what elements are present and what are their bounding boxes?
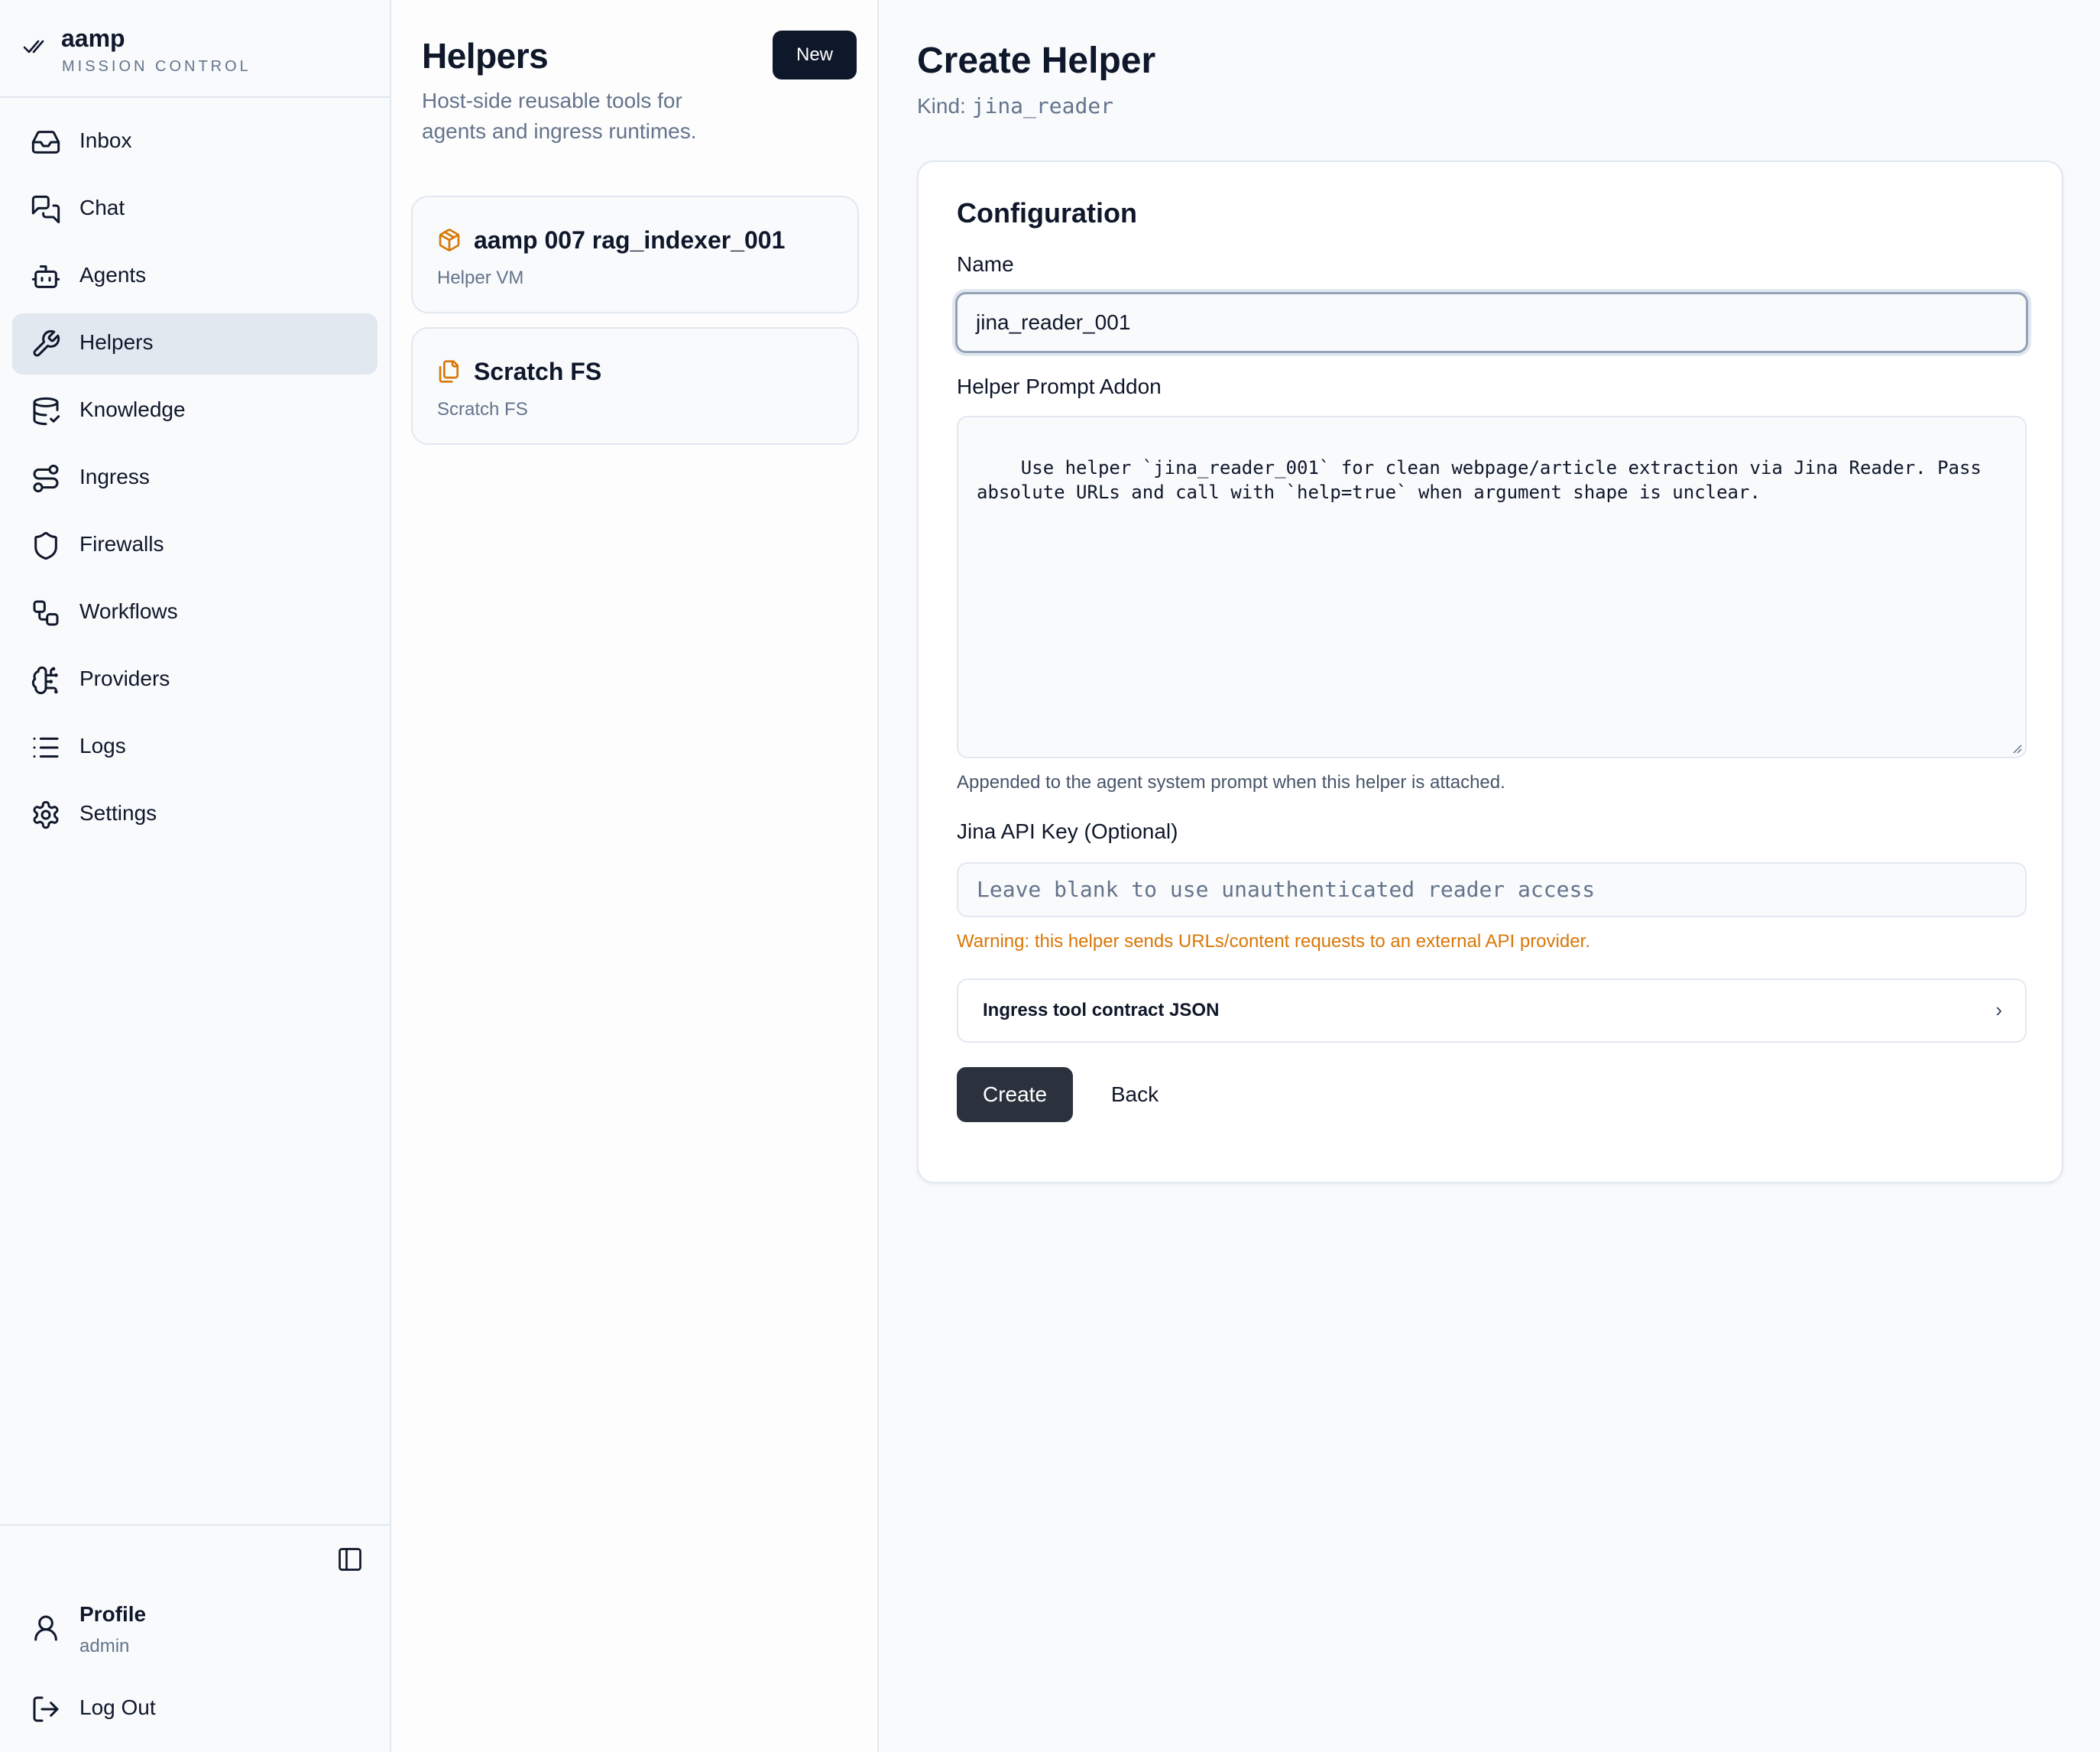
chevron-right-icon: › — [1995, 998, 2002, 1021]
back-button[interactable]: Back — [1093, 1067, 1177, 1122]
brand-subtitle: MISSION CONTROL — [62, 58, 251, 75]
user-icon — [31, 1613, 61, 1643]
create-button[interactable]: Create — [957, 1067, 1073, 1122]
package-icon — [437, 228, 462, 252]
sidebar-item-ingress[interactable]: Ingress — [12, 448, 378, 509]
wrench-icon — [31, 329, 61, 359]
sidebar-item-label: Firewalls — [79, 532, 164, 556]
shield-icon — [31, 530, 61, 561]
sidebar-item-knowledge[interactable]: Knowledge — [12, 381, 378, 442]
sidebar-divider — [0, 1524, 390, 1526]
sidebar-item-label: Settings — [79, 801, 157, 825]
gear-icon — [31, 800, 61, 830]
sidebar-item-label: Ingress — [79, 465, 150, 488]
profile-item[interactable]: Profile admin — [12, 1590, 378, 1669]
prompt-label: Helper Prompt Addon — [957, 375, 1162, 398]
profile-name: Profile — [79, 1602, 147, 1626]
sidebar-item-chat[interactable]: Chat — [12, 179, 378, 240]
resize-handle-icon[interactable] — [2010, 741, 2022, 754]
files-icon — [437, 359, 462, 384]
prompt-addon-textarea[interactable]: Use helper `jina_reader_001` for clean w… — [957, 416, 2027, 758]
sidebar-item-label: Workflows — [79, 599, 178, 623]
api-key-input[interactable]: Leave blank to use unauthenticated reade… — [957, 862, 2027, 917]
name-label: Name — [957, 252, 1014, 276]
double-check-icon — [23, 40, 44, 54]
logout-icon — [31, 1694, 61, 1724]
list-icon — [31, 732, 61, 763]
sidebar-item-label: Chat — [79, 196, 125, 219]
warning-text: Warning: this helper sends URLs/content … — [957, 931, 1590, 952]
ingress-contract-toggle[interactable]: Ingress tool contract JSON › — [957, 978, 2027, 1043]
brand[interactable]: aamp MISSION CONTROL — [0, 0, 390, 98]
helper-card-title: aamp 007 rag_indexer_001 — [474, 226, 786, 254]
sidebar-item-agents[interactable]: Agents — [12, 246, 378, 307]
configuration-title: Configuration — [957, 197, 1137, 229]
sidebar-item-settings[interactable]: Settings — [12, 784, 378, 845]
brand-name: aamp — [61, 24, 125, 52]
helpers-title: Helpers — [422, 36, 549, 76]
profile-role: admin — [79, 1636, 130, 1656]
helper-kind: Kind: jina_reader — [917, 93, 1113, 118]
prompt-help-text: Appended to the agent system prompt when… — [957, 772, 1505, 793]
name-input[interactable]: jina_reader_001 — [955, 292, 2028, 353]
logout-label: Log Out — [79, 1695, 156, 1719]
helpers-panel: Helpers Host-side reusable tools for age… — [391, 0, 879, 1752]
sidebar-item-helpers[interactable]: Helpers — [12, 313, 378, 375]
kind-value: jina_reader — [971, 93, 1114, 118]
chat-icon — [31, 194, 61, 225]
sidebar-item-label: Knowledge — [79, 397, 186, 421]
prompt-addon-text: Use helper `jina_reader_001` for clean w… — [977, 457, 1993, 503]
brain-icon — [31, 665, 61, 696]
bot-icon — [31, 261, 61, 292]
sidebar-item-providers[interactable]: Providers — [12, 650, 378, 711]
helpers-description: Host-side reusable tools for agents and … — [422, 89, 697, 143]
inbox-icon — [31, 127, 61, 157]
helper-card[interactable]: aamp 007 rag_indexer_001 Helper VM — [411, 196, 859, 313]
helper-card-subtitle: Helper VM — [437, 268, 524, 288]
page-title: Create Helper — [917, 41, 1156, 81]
kind-label: Kind: — [917, 94, 966, 118]
ingress-contract-label: Ingress tool contract JSON — [983, 1000, 1220, 1020]
helper-card[interactable]: Scratch FS Scratch FS — [411, 327, 859, 445]
logout-button[interactable]: Log Out — [12, 1679, 378, 1740]
sidebar-item-label: Inbox — [79, 128, 132, 152]
sidebar-item-label: Agents — [79, 263, 147, 287]
collapse-sidebar-icon[interactable] — [336, 1546, 364, 1573]
new-helper-button[interactable]: New — [773, 31, 857, 79]
sidebar-item-inbox[interactable]: Inbox — [12, 112, 378, 173]
configuration-card: Configuration Name jina_reader_001 Helpe… — [917, 161, 2063, 1183]
sidebar-item-firewalls[interactable]: Firewalls — [12, 515, 378, 576]
api-key-label: Jina API Key (Optional) — [957, 819, 1178, 843]
helper-card-title: Scratch FS — [474, 358, 602, 385]
sidebar-item-workflows[interactable]: Workflows — [12, 582, 378, 644]
route-icon — [31, 463, 61, 494]
sidebar: aamp MISSION CONTROL Inbox Chat Agents H… — [0, 0, 391, 1752]
sidebar-item-label: Helpers — [79, 330, 154, 354]
workflow-icon — [31, 598, 61, 628]
sidebar-item-logs[interactable]: Logs — [12, 717, 378, 778]
helper-card-subtitle: Scratch FS — [437, 399, 528, 420]
sidebar-item-label: Logs — [79, 734, 126, 758]
sidebar-item-label: Providers — [79, 667, 170, 690]
database-icon — [31, 396, 61, 427]
